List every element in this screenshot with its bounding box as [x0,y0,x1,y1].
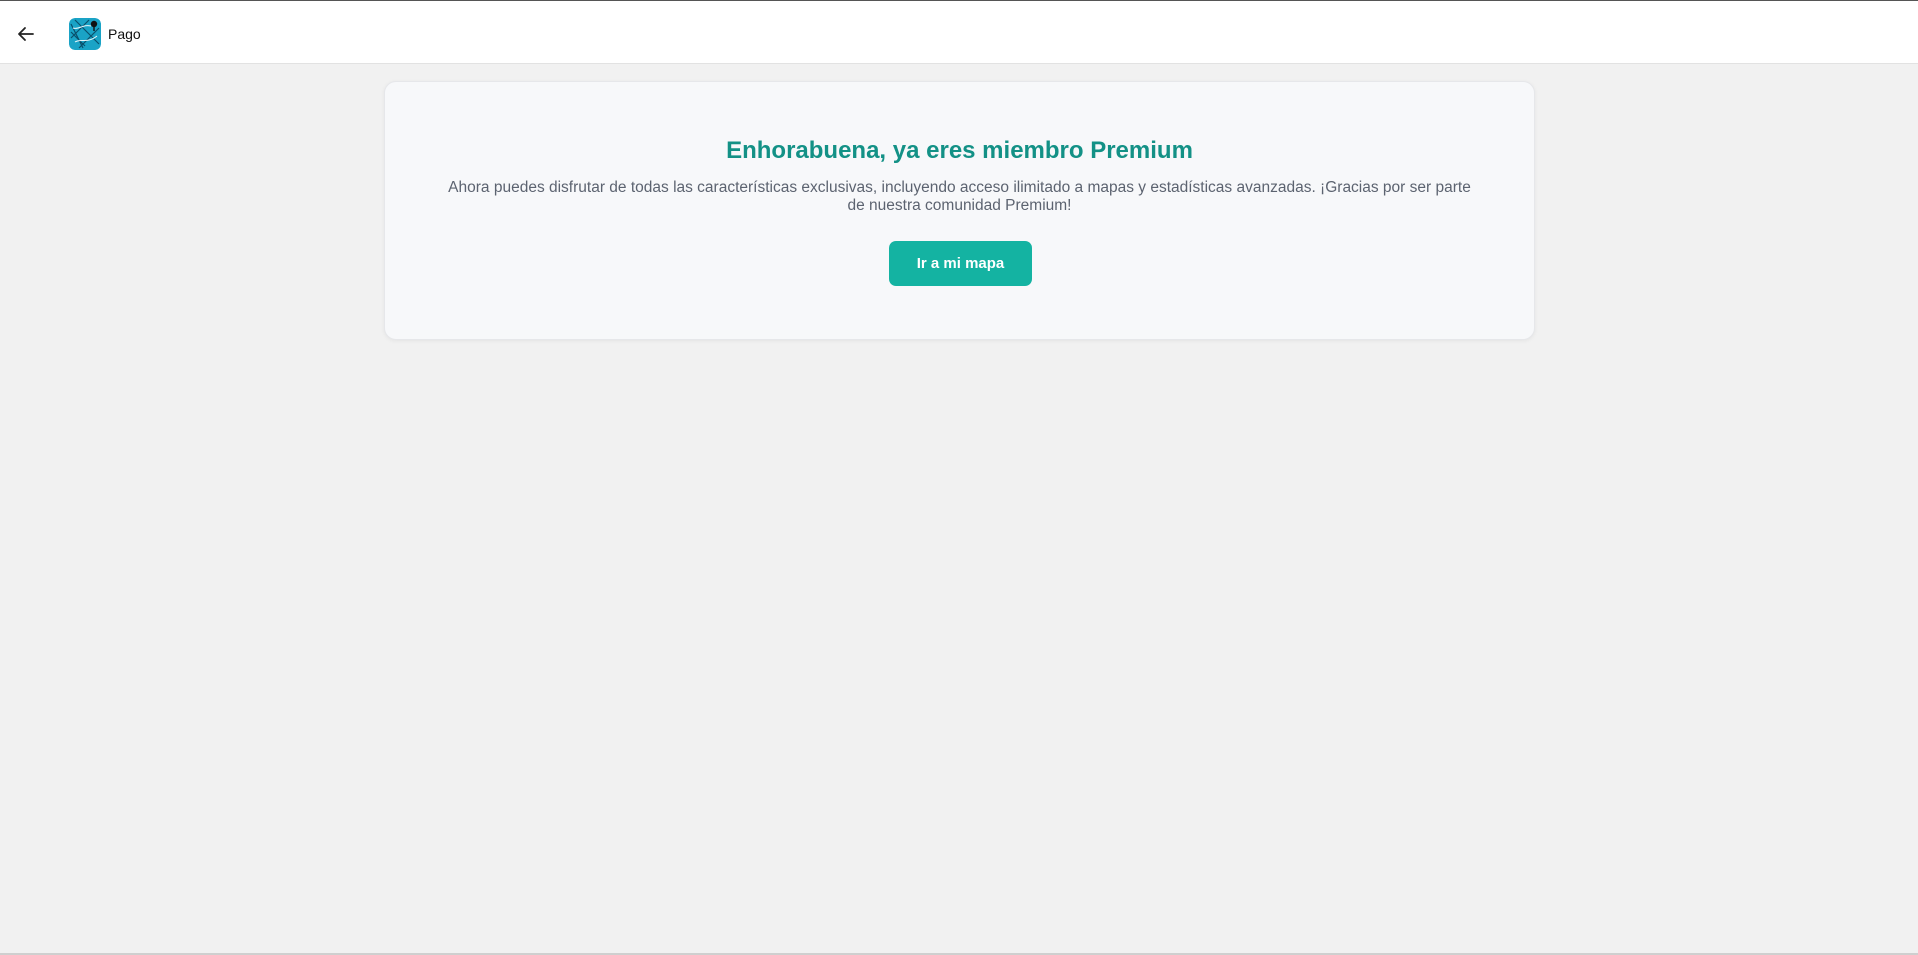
card-title: Enhorabuena, ya eres miembro Premium [726,137,1193,164]
page-title: Pago [108,26,141,42]
map-app-logo-icon [69,18,101,50]
premium-confirmation-card: Enhorabuena, ya eres miembro Premium Aho… [384,81,1535,340]
arrow-left-icon [18,27,34,41]
go-to-map-button[interactable]: Ir a mi mapa [889,241,1032,286]
top-app-bar: Pago [0,0,1918,64]
back-button[interactable] [10,18,42,50]
card-description: Ahora puedes disfrutar de todas las cara… [448,179,1471,214]
